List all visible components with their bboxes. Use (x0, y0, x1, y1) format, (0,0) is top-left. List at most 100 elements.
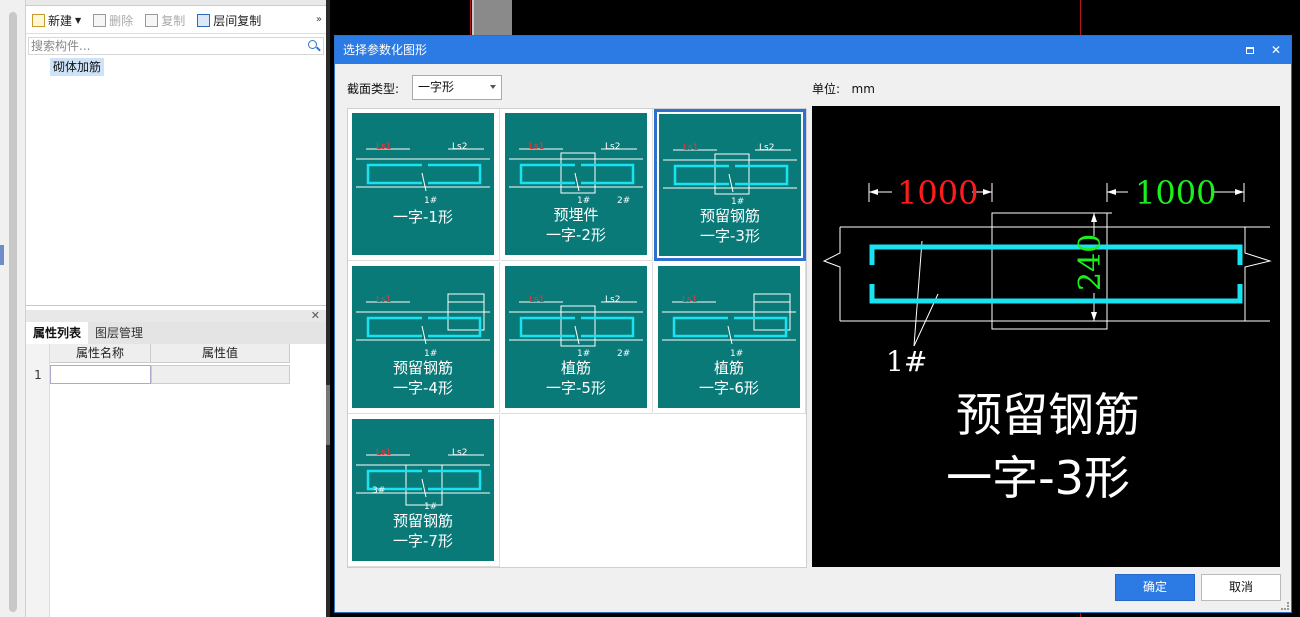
thumb-ls2: Ls2 (452, 142, 467, 152)
shape-thumbnail[interactable]: Ls1 Ls2 1# 预留钢筋 一字-3形 (654, 109, 806, 261)
panel-divider[interactable] (26, 305, 326, 306)
shape-label-line1: 预留钢筋 (392, 359, 453, 377)
thumb-ls1: Ls1 (683, 143, 698, 153)
section-type-label: 截面类型: (347, 82, 400, 96)
shape-label-line2: 一字-7形 (393, 532, 453, 550)
column-header-value[interactable]: 属性值 (151, 344, 290, 363)
toolbar-overflow-button[interactable]: » (316, 14, 322, 25)
delete-icon (93, 14, 107, 27)
preview-ls1: 1000 (897, 174, 978, 212)
delete-label: 删除 (109, 14, 134, 28)
left-dock-strip (0, 0, 26, 617)
property-name-cell[interactable] (50, 365, 151, 384)
shape-thumbnail[interactable]: Ls1 Ls2 1# 2# 植筋 一字-5形 (501, 262, 653, 414)
vertical-scrollbar[interactable] (9, 12, 17, 612)
shape-label-line1: 植筋 (560, 359, 591, 377)
thumb-ls2: Ls2 (759, 143, 774, 153)
unit-value: mm (851, 82, 875, 96)
search-input[interactable]: 搜索构件... (28, 37, 324, 55)
section-type-value: 一字形 (418, 80, 455, 94)
section-type-select[interactable]: 一字形 (412, 75, 502, 100)
shape-sketch: Ls1 Ls2 1# (356, 142, 490, 206)
shape-thumbnail[interactable]: Ls1 Ls2 1# 2# 预埋件 一字-2形 (501, 109, 653, 261)
shape-tile: Ls1 1# 预留钢筋 一字-4形 (352, 266, 494, 408)
shape-label-line1: 预埋件 (553, 206, 599, 224)
shape-label-line2: 一字-5形 (546, 379, 606, 397)
shape-gallery: Ls1 Ls2 1# 一字-1形 Ls1 Ls2 1# 2# 预埋件 一字-2形 Ls1 Ls2 1# 预… (347, 108, 807, 568)
component-toolbar: 新建 ▼ 删除 复制 层间复制 (26, 8, 326, 34)
chevron-down-icon[interactable]: ▼ (75, 16, 81, 25)
search-placeholder: 搜索构件... (31, 39, 91, 53)
thumb-ls1: Ls1 (376, 295, 391, 305)
shape-thumbnail[interactable]: Ls1 Ls2 1# 3# 预留钢筋 一字-7形 (348, 415, 500, 567)
shape-label-line2: 一字-2形 (546, 226, 606, 244)
preview-drawing: 1000 1000 240 1# 预留钢筋 一字-3形 (822, 174, 1272, 505)
cancel-button[interactable]: 取消 (1201, 574, 1281, 601)
component-panel: 新建 ▼ 删除 复制 层间复制 » 搜索构件... 砌体加筋 ✕ 属性列表 图层管… (26, 0, 326, 617)
new-label: 新建 (48, 14, 73, 28)
shape-label-line1: 植筋 (713, 359, 744, 377)
maximize-button[interactable] (1238, 36, 1262, 64)
dialog-title-bar[interactable]: 选择参数化图形 (335, 36, 1291, 64)
panel-tab-strip (26, 0, 326, 6)
preview-b1: 240 (1073, 234, 1108, 291)
chevron-down-icon (490, 85, 496, 89)
thumb-ls2: Ls2 (452, 448, 467, 458)
dock-marker (0, 245, 4, 265)
cad-gray-block (472, 0, 512, 36)
shape-tile: Ls1 Ls2 1# 2# 预埋件 一字-2形 (505, 113, 647, 255)
shape-label-line1: 一字-1形 (393, 208, 453, 226)
tree-item-masonry-rebar[interactable]: 砌体加筋 (50, 58, 105, 76)
property-grid: 属性名称 属性值 1 (26, 344, 326, 617)
shape-thumbnail[interactable]: Ls1 1# 预留钢筋 一字-4形 (348, 262, 500, 414)
column-header-name[interactable]: 属性名称 (50, 344, 151, 363)
delete-button[interactable]: 删除 (93, 12, 133, 29)
shape-label-line1: 预留钢筋 (699, 207, 760, 225)
preview-ls2: 1000 (1135, 174, 1216, 212)
properties-header (26, 310, 326, 322)
properties-tabs: 属性列表 图层管理 (26, 322, 326, 344)
tab-property-list[interactable]: 属性列表 (26, 322, 89, 344)
copy-button[interactable]: 复制 (145, 12, 185, 29)
thumb-ls1: Ls1 (529, 142, 544, 152)
floor-copy-icon (197, 14, 211, 27)
tab-layer-management[interactable]: 图层管理 (88, 322, 150, 344)
shape-tile: Ls1 1# 植筋 一字-6形 (658, 266, 800, 408)
new-icon (32, 14, 45, 27)
shape-tile: Ls1 Ls2 1# 预留钢筋 一字-3形 (659, 114, 801, 256)
copy-icon (145, 14, 159, 27)
preview-title-line1: 预留钢筋 (956, 388, 1140, 442)
thumb-ls1: Ls1 (376, 142, 391, 152)
shape-label-line2: 一字-6形 (699, 379, 759, 397)
thumb-bar3: 3# (372, 486, 385, 496)
unit-label: 单位: (812, 82, 841, 96)
shape-thumbnail[interactable]: Ls1 Ls2 1# 一字-1形 (348, 109, 500, 261)
close-icon[interactable]: ✕ (311, 310, 320, 322)
preview-bar-label: 1# (886, 345, 927, 378)
copy-label: 复制 (161, 14, 186, 28)
thumb-ls2: Ls2 (605, 295, 620, 305)
floor-copy-label: 层间复制 (213, 14, 262, 28)
maximize-icon (1246, 47, 1254, 54)
cad-axis-line (1080, 0, 1081, 36)
shape-tile: Ls1 Ls2 1# 3# 预留钢筋 一字-7形 (352, 419, 494, 561)
ok-button[interactable]: 确定 (1115, 574, 1195, 601)
thumb-bar1: 1# (424, 196, 437, 206)
preview-title-line2: 一字-3形 (946, 451, 1130, 505)
new-button[interactable]: 新建 ▼ (32, 12, 81, 29)
unit-text: 单位: mm (812, 80, 875, 97)
thumb-ls1: Ls1 (682, 295, 697, 305)
shape-preview: 1000 1000 240 1# 预留钢筋 一字-3形 (812, 106, 1280, 567)
floor-copy-button[interactable]: 层间复制 (197, 12, 261, 29)
close-button[interactable]: ✕ (1264, 36, 1288, 64)
resize-grip[interactable] (1281, 602, 1289, 610)
thumb-ls1: Ls1 (529, 295, 544, 305)
shape-label-line2: 一字-4形 (393, 379, 453, 397)
shape-tile: Ls1 Ls2 1# 2# 植筋 一字-5形 (505, 266, 647, 408)
shape-thumbnail[interactable]: Ls1 1# 植筋 一字-6形 (654, 262, 806, 414)
thumb-ls1: Ls1 (376, 448, 391, 458)
cad-axis-line (470, 0, 471, 36)
dialog-title: 选择参数化图形 (343, 43, 428, 57)
search-icon[interactable] (308, 40, 317, 49)
property-value-cell[interactable] (151, 365, 290, 384)
